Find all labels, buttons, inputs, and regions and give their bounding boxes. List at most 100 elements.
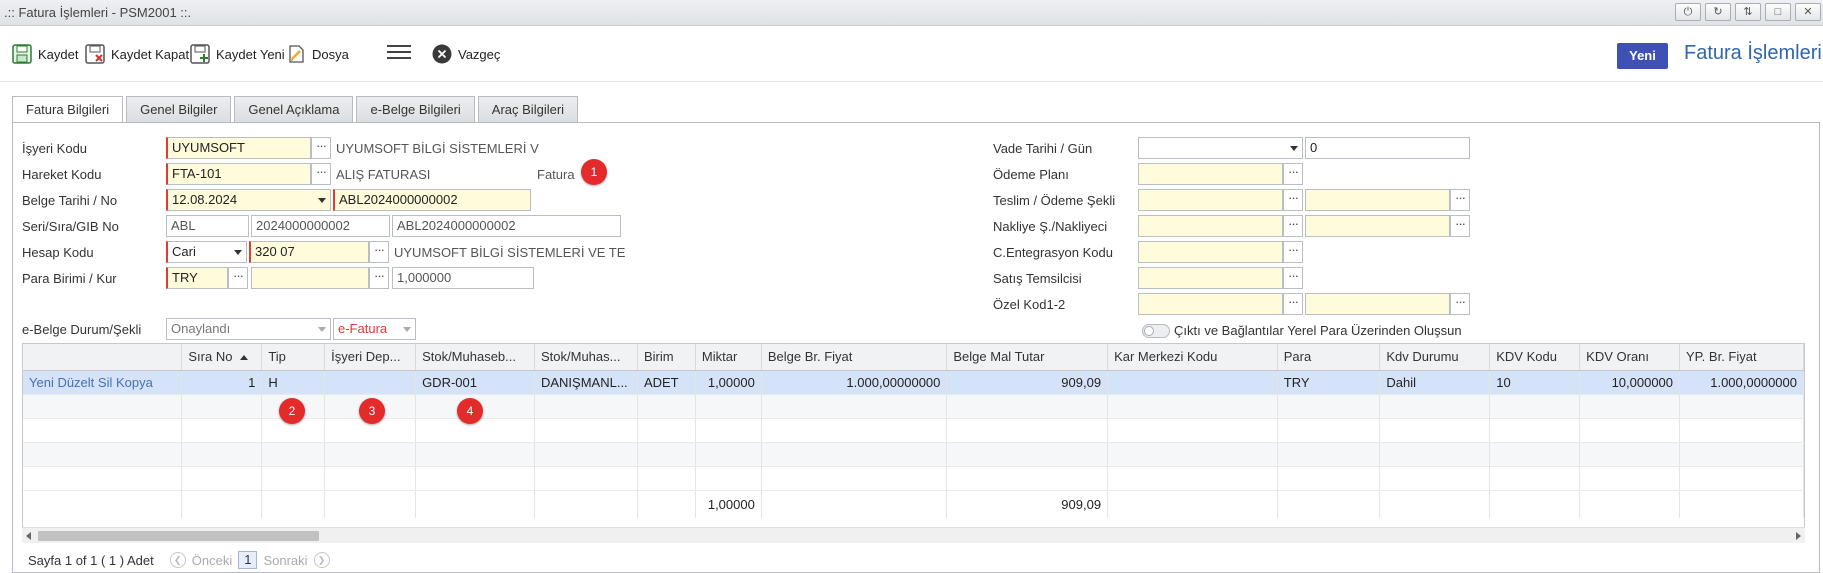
col-para[interactable]: Para bbox=[1277, 344, 1381, 371]
vade-date-input[interactable] bbox=[1138, 137, 1303, 159]
vade-days-input[interactable]: 0 bbox=[1305, 137, 1470, 159]
nakliyeci-lookup-button[interactable]: ··· bbox=[1450, 215, 1470, 237]
exchange-rate-input[interactable]: 1,000000 bbox=[392, 267, 534, 289]
tab-arac-bilgileri[interactable]: Araç Bilgileri bbox=[477, 96, 579, 123]
pin-icon[interactable]: ⏻ bbox=[1675, 3, 1701, 21]
ozel-kod1-input[interactable] bbox=[1138, 293, 1283, 315]
save-close-button[interactable]: Kaydet Kapat bbox=[85, 44, 189, 64]
nakliye-sekli-input[interactable] bbox=[1138, 215, 1283, 237]
new-record-badge[interactable]: Yeni bbox=[1617, 43, 1668, 69]
col-tip[interactable]: Tip bbox=[261, 344, 326, 371]
col-isyeri-depo[interactable]: İşyeri Dep... bbox=[324, 344, 417, 371]
entegrasyon-lookup-button[interactable]: ··· bbox=[1283, 241, 1303, 263]
col-stok-adi[interactable]: Stok/Muhas... bbox=[534, 344, 638, 371]
col-kdv-orani[interactable]: KDV Oranı bbox=[1579, 344, 1681, 371]
next-page-button[interactable]: Sonraki bbox=[263, 553, 307, 568]
maximize-icon[interactable]: □ bbox=[1765, 3, 1791, 21]
teslim-lookup-button[interactable]: ··· bbox=[1283, 189, 1303, 211]
cell-para: TRY bbox=[1277, 370, 1381, 395]
odeme-sekli-input[interactable] bbox=[1305, 189, 1450, 211]
save-new-button[interactable]: Kaydet Yeni bbox=[190, 44, 285, 64]
odeme-plani-lookup-button[interactable]: ··· bbox=[1283, 163, 1303, 185]
col-yp-br-fiyat[interactable]: YP. Br. Fiyat bbox=[1679, 344, 1804, 371]
row-actions-links[interactable]: Yeni Düzelt Sil Kopya bbox=[23, 370, 183, 395]
temsilci-input[interactable] bbox=[1138, 267, 1283, 289]
entegrasyon-input[interactable] bbox=[1138, 241, 1283, 263]
vade-date-dropdown-icon[interactable] bbox=[1290, 146, 1298, 151]
hesap-type-dropdown-icon[interactable] bbox=[234, 250, 242, 255]
restore-icon[interactable]: ⇅ bbox=[1735, 3, 1761, 21]
close-icon[interactable]: ✕ bbox=[1795, 3, 1821, 21]
next-page-icon[interactable]: ❯ bbox=[313, 552, 330, 568]
total-mal-tutar: 909,09 bbox=[946, 490, 1109, 518]
cancel-button[interactable]: Vazgeç bbox=[432, 44, 500, 64]
cancel-icon bbox=[432, 44, 452, 64]
odeme-sekli-lookup-button[interactable]: ··· bbox=[1450, 189, 1470, 211]
hesap-code-input[interactable]: 320 07 bbox=[249, 241, 369, 263]
gib-no-input[interactable]: ABL2024000000002 bbox=[392, 215, 621, 237]
col-belge-mal-tutar[interactable]: Belge Mal Tutar bbox=[946, 344, 1109, 371]
ozel-kod1-lookup-button[interactable]: ··· bbox=[1283, 293, 1303, 315]
prev-page-button[interactable]: Önceki bbox=[192, 553, 232, 568]
window-controls: ⏻ ↻ ⇅ □ ✕ bbox=[1675, 3, 1821, 21]
grid-horizontal-scrollbar[interactable] bbox=[22, 527, 1805, 543]
cell-kdv-orani: 10,000000 bbox=[1579, 370, 1681, 395]
menu-button[interactable] bbox=[387, 42, 411, 62]
odeme-plani-input[interactable] bbox=[1138, 163, 1283, 185]
ozel-kod2-lookup-button[interactable]: ··· bbox=[1450, 293, 1470, 315]
tab-genel-bilgiler[interactable]: Genel Bilgiler bbox=[126, 96, 232, 123]
ebelge-status-select[interactable]: Onaylandı bbox=[166, 318, 331, 340]
cell-sira-no: 1 bbox=[181, 370, 263, 395]
odeme-plani-label: Ödeme Planı bbox=[993, 167, 1069, 182]
hareket-type: Fatura bbox=[537, 167, 575, 182]
col-birim[interactable]: Birim bbox=[637, 344, 696, 371]
save-new-icon bbox=[190, 44, 210, 64]
save-button[interactable]: Kaydet bbox=[12, 44, 78, 64]
isyeri-code-input[interactable]: UYUMSOFT bbox=[166, 137, 311, 159]
file-button[interactable]: Dosya bbox=[286, 44, 349, 64]
belge-date-input[interactable]: 12.08.2024 bbox=[166, 189, 331, 211]
second-currency-lookup-button[interactable]: ··· bbox=[369, 267, 389, 289]
seri-input[interactable]: ABL bbox=[166, 215, 249, 237]
isyeri-lookup-button[interactable]: ··· bbox=[311, 137, 331, 159]
scroll-thumb[interactable] bbox=[38, 531, 319, 541]
ebelge-type-dropdown-icon[interactable] bbox=[403, 327, 411, 332]
col-kdv-kodu[interactable]: KDV Kodu bbox=[1489, 344, 1581, 371]
currency-input[interactable]: TRY bbox=[166, 267, 228, 289]
empty-row bbox=[23, 466, 1804, 491]
hesap-lookup-button[interactable]: ··· bbox=[369, 241, 389, 263]
hareket-lookup-button[interactable]: ··· bbox=[311, 163, 331, 185]
tab-fatura-bilgileri[interactable]: Fatura Bilgileri bbox=[12, 96, 124, 124]
isyeri-desc: UYUMSOFT BİLGİ SİSTEMLERİ V bbox=[336, 141, 539, 156]
nakliye-sekli-lookup-button[interactable]: ··· bbox=[1283, 215, 1303, 237]
currency-lookup-button[interactable]: ··· bbox=[228, 267, 248, 289]
col-sira-no[interactable]: Sıra No bbox=[181, 344, 263, 371]
teslim-input[interactable] bbox=[1138, 189, 1283, 211]
table-row[interactable]: Yeni Düzelt Sil Kopya 1 H GDR-001 DANIŞM… bbox=[23, 370, 1804, 395]
current-page[interactable]: 1 bbox=[238, 551, 258, 569]
ozel-kod-label: Özel Kod1-2 bbox=[993, 297, 1066, 312]
sira-input[interactable]: 2024000000002 bbox=[251, 215, 390, 237]
tab-ebelge-bilgileri[interactable]: e-Belge Bilgileri bbox=[356, 96, 475, 123]
col-kdv-durumu[interactable]: Kdv Durumu bbox=[1379, 344, 1491, 371]
temsilci-lookup-button[interactable]: ··· bbox=[1283, 267, 1303, 289]
local-currency-toggle-label: Çıktı ve Bağlantılar Yerel Para Üzerinde… bbox=[1174, 323, 1462, 338]
cell-tip: H bbox=[261, 370, 326, 395]
scroll-left-icon[interactable] bbox=[26, 532, 31, 540]
ozel-kod2-input[interactable] bbox=[1305, 293, 1450, 315]
prev-page-icon[interactable]: ❮ bbox=[169, 552, 186, 568]
ebelge-status-dropdown-icon[interactable] bbox=[318, 327, 326, 332]
col-stok-kodu[interactable]: Stok/Muhaseb... bbox=[415, 344, 535, 371]
local-currency-toggle[interactable] bbox=[1142, 324, 1170, 338]
refresh-icon[interactable]: ↻ bbox=[1705, 3, 1731, 21]
col-miktar[interactable]: Miktar bbox=[695, 344, 762, 371]
belge-no-input[interactable]: ABL2024000000002 bbox=[333, 189, 531, 211]
scroll-right-icon[interactable] bbox=[1796, 532, 1801, 540]
hareket-code-input[interactable]: FTA-101 bbox=[166, 163, 311, 185]
second-currency-input[interactable] bbox=[251, 267, 369, 289]
belge-date-dropdown-icon[interactable] bbox=[318, 198, 326, 203]
col-kar-merkezi[interactable]: Kar Merkezi Kodu bbox=[1107, 344, 1278, 371]
col-belge-br-fiyat[interactable]: Belge Br. Fiyat bbox=[761, 344, 948, 371]
nakliyeci-input[interactable] bbox=[1305, 215, 1450, 237]
tab-genel-aciklama[interactable]: Genel Açıklama bbox=[234, 96, 354, 123]
